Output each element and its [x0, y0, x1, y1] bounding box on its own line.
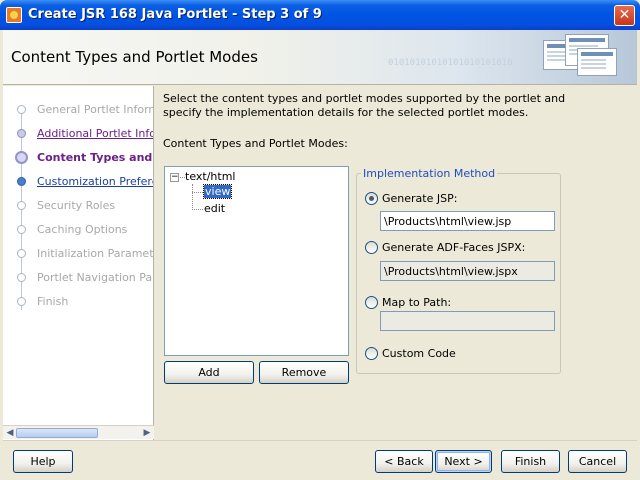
implementation-method-legend: Implementation Method: [361, 167, 498, 180]
page-title: Content Types and Portlet Modes: [11, 48, 258, 66]
header-binary-decoration: 01010101010101010101010: [388, 58, 513, 68]
step-pending-icon: [17, 105, 26, 114]
step-label: Content Types and Portlet Modes: [37, 151, 153, 164]
radio-label[interactable]: Custom Code: [382, 347, 456, 360]
radio-unchecked-icon[interactable]: [365, 296, 378, 309]
tree-connector: [192, 184, 193, 210]
radio-label[interactable]: Generate ADF-Faces JSPX:: [382, 241, 525, 254]
wizard-steps-panel: General Portlet Information Additional P…: [3, 86, 154, 440]
step-pending-icon: [17, 273, 26, 282]
window-title: Create JSR 168 Java Portlet - Step 3 of …: [28, 7, 322, 22]
tree-connector: [192, 209, 203, 210]
tree-node-view[interactable]: view: [202, 184, 233, 199]
step-customization-preferences[interactable]: Customization Preferences: [3, 172, 153, 192]
step-portlet-navigation-parameters: Portlet Navigation Parameters: [3, 268, 153, 288]
step-caching-options: Caching Options: [3, 220, 153, 240]
finish-button[interactable]: Finish: [501, 450, 560, 473]
radio-checked-icon[interactable]: [365, 192, 378, 205]
step-label: General Portlet Information: [37, 103, 153, 116]
step-pending-icon: [17, 201, 26, 210]
help-button[interactable]: Help: [13, 450, 73, 473]
jsp-path-input[interactable]: \Products\html\view.jsp: [380, 211, 555, 231]
remove-button[interactable]: Remove: [259, 361, 349, 384]
header-pages-graphic: [543, 34, 623, 78]
step-pending-icon: [17, 297, 26, 306]
tree-node-text-html[interactable]: text/html: [185, 170, 235, 183]
radio-unchecked-icon[interactable]: [365, 347, 378, 360]
tree-node-edit[interactable]: edit: [204, 202, 225, 215]
page-description: Select the content types and portlet mod…: [163, 92, 566, 119]
step-label: Caching Options: [37, 223, 128, 236]
app-icon: [6, 7, 22, 23]
scroll-left-icon[interactable]: ◀: [4, 427, 16, 439]
step-label[interactable]: Additional Portlet Information: [37, 127, 153, 140]
step-security-roles: Security Roles: [3, 196, 153, 216]
step-label: Security Roles: [37, 199, 116, 212]
next-button[interactable]: Next >: [435, 450, 492, 473]
step-additional-portlet-information[interactable]: Additional Portlet Information: [3, 124, 153, 144]
step-label: Finish: [37, 295, 69, 308]
close-button[interactable]: ✕: [614, 5, 635, 26]
tree-connector: [192, 192, 203, 193]
step-general-portlet-information: General Portlet Information: [3, 100, 153, 120]
collapse-icon[interactable]: −: [170, 173, 179, 182]
title-bar: Create JSR 168 Java Portlet - Step 3 of …: [0, 0, 640, 30]
radio-unchecked-icon[interactable]: [365, 241, 378, 254]
content-types-tree[interactable]: − text/html view edit: [164, 166, 349, 356]
back-button[interactable]: < Back: [375, 450, 433, 473]
jspx-path-input: \Products\html\view.jspx: [380, 261, 555, 281]
scroll-right-icon[interactable]: ▶: [141, 427, 153, 439]
step-current-icon: [15, 151, 28, 164]
radio-label[interactable]: Map to Path:: [382, 296, 451, 309]
wizard-header: Content Types and Portlet Modes 01010101…: [3, 30, 637, 85]
step-finish: Finish: [3, 292, 153, 312]
scroll-thumb[interactable]: [16, 428, 98, 438]
footer-separator: [3, 440, 637, 441]
add-button[interactable]: Add: [164, 361, 254, 384]
map-path-input: [380, 311, 555, 331]
steps-horizontal-scrollbar[interactable]: ◀ ▶: [3, 425, 154, 439]
cancel-button[interactable]: Cancel: [568, 450, 627, 473]
step-next-icon: [17, 177, 26, 186]
tree-label: Content Types and Portlet Modes:: [163, 137, 348, 150]
step-label: Initialization Parameters: [37, 247, 154, 260]
step-initialization-parameters: Initialization Parameters: [3, 244, 154, 264]
step-content-types-and-portlet-modes: Content Types and Portlet Modes: [3, 148, 153, 168]
step-label[interactable]: Customization Preferences: [37, 175, 153, 188]
step-pending-icon: [17, 249, 26, 258]
radio-label[interactable]: Generate JSP:: [382, 192, 457, 205]
step-label: Portlet Navigation Parameters: [37, 271, 153, 284]
step-visited-icon: [17, 129, 26, 138]
step-pending-icon: [17, 225, 26, 234]
